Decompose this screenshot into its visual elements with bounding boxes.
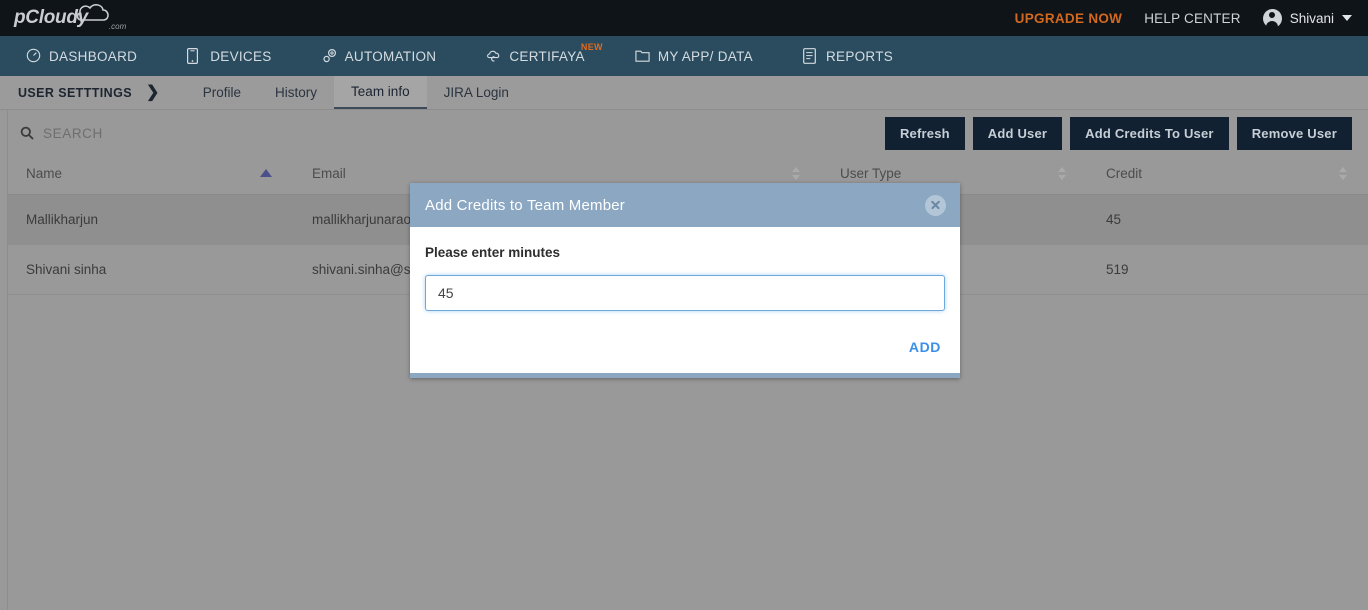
chevron-down-icon bbox=[1342, 15, 1352, 21]
cell-name: Mallikharjun bbox=[8, 194, 294, 245]
document-lines-icon bbox=[803, 48, 818, 64]
remove-user-button[interactable]: Remove User bbox=[1236, 116, 1352, 150]
speedometer-icon bbox=[26, 48, 41, 64]
add-credits-modal: Add Credits to Team Member Please enter … bbox=[410, 183, 960, 378]
cell-name: Shivani sinha bbox=[8, 244, 294, 295]
tab-jira-login[interactable]: JIRA Login bbox=[427, 76, 526, 109]
refresh-button[interactable]: Refresh bbox=[884, 116, 965, 150]
add-user-button[interactable]: Add User bbox=[972, 116, 1063, 150]
tab-history[interactable]: History bbox=[258, 76, 334, 109]
upgrade-now-link[interactable]: UPGRADE NOW bbox=[1015, 11, 1123, 26]
breadcrumb-label: USER SETTTINGS bbox=[18, 85, 132, 100]
nav-item-devices[interactable]: DEVICES bbox=[187, 48, 293, 65]
column-label-user-type: User Type bbox=[840, 166, 902, 181]
nav-item-certifaya[interactable]: CERTIFAYA NEW bbox=[486, 42, 606, 64]
search-icon bbox=[20, 126, 34, 140]
nav-label-dashboard: DASHBOARD bbox=[49, 48, 138, 64]
sort-toggle-icon[interactable] bbox=[1058, 167, 1066, 180]
sub-navigation: USER SETTTINGS ❯ Profile History Team in… bbox=[0, 76, 1368, 110]
content-area: SEARCH Refresh Add User Add Credits To U… bbox=[7, 110, 1368, 610]
tab-label-jira-login: JIRA Login bbox=[443, 85, 509, 100]
top-bar: pCloudy .com UPGRADE NOW HELP CENTER Shi… bbox=[0, 0, 1368, 36]
tab-label-profile: Profile bbox=[202, 85, 242, 100]
toolbar: SEARCH Refresh Add User Add Credits To U… bbox=[8, 110, 1368, 156]
sort-toggle-icon[interactable] bbox=[792, 167, 800, 180]
modal-header: Add Credits to Team Member bbox=[410, 183, 960, 227]
folder-icon bbox=[635, 48, 650, 64]
column-label-email: Email bbox=[312, 166, 346, 181]
gears-icon bbox=[322, 48, 337, 64]
nav-label-reports: REPORTS bbox=[825, 48, 894, 64]
modal-body: Please enter minutes bbox=[410, 227, 960, 323]
cell-credit: 519 bbox=[1088, 244, 1368, 295]
top-bar-right: UPGRADE NOW HELP CENTER Shivani bbox=[1015, 8, 1368, 28]
chevron-right-icon: ❯ bbox=[145, 83, 160, 101]
cloud-icon bbox=[75, 2, 111, 27]
breadcrumb: USER SETTTINGS ❯ bbox=[18, 76, 186, 109]
cell-credit: 45 bbox=[1088, 194, 1368, 245]
nav-label-my-app-data: MY APP/ DATA bbox=[657, 48, 753, 64]
close-circle-icon[interactable] bbox=[925, 194, 946, 216]
nav-label-automation: AUTOMATION bbox=[344, 48, 437, 64]
sort-ascending-icon[interactable] bbox=[260, 169, 272, 177]
new-badge: NEW bbox=[580, 42, 603, 52]
logo-suffix: .com bbox=[108, 22, 127, 31]
help-center-link[interactable]: HELP CENTER bbox=[1144, 11, 1240, 26]
user-name-label: Shivani bbox=[1289, 10, 1334, 26]
search-box[interactable]: SEARCH bbox=[20, 126, 103, 141]
nav-item-automation[interactable]: AUTOMATION bbox=[322, 48, 459, 64]
column-label-credit: Credit bbox=[1106, 166, 1143, 181]
sort-toggle-icon[interactable] bbox=[1339, 167, 1347, 180]
main-navigation: DASHBOARD DEVICES AUTOMATION CERTIFAYA N… bbox=[0, 36, 1368, 76]
user-menu[interactable]: Shivani bbox=[1262, 8, 1352, 28]
toolbar-buttons: Refresh Add User Add Credits To User Rem… bbox=[884, 116, 1352, 150]
search-input[interactable]: SEARCH bbox=[43, 126, 103, 141]
nav-item-dashboard[interactable]: DASHBOARD bbox=[26, 48, 159, 64]
pcloudy-logo[interactable]: pCloudy .com bbox=[0, 2, 126, 34]
minutes-input[interactable] bbox=[425, 275, 945, 311]
add-button[interactable]: ADD bbox=[905, 337, 945, 357]
add-credits-to-user-button[interactable]: Add Credits To User bbox=[1070, 116, 1229, 150]
column-header-name[interactable]: Name bbox=[8, 156, 294, 195]
column-header-credit[interactable]: Credit bbox=[1088, 156, 1368, 195]
tab-label-team-info: Team info bbox=[351, 84, 410, 99]
modal-title: Add Credits to Team Member bbox=[425, 196, 626, 214]
cloud-c-icon bbox=[486, 48, 501, 64]
nav-label-certifaya: CERTIFAYA bbox=[509, 48, 585, 64]
column-label-name: Name bbox=[26, 166, 63, 181]
tab-label-history: History bbox=[275, 85, 318, 100]
nav-item-my-app-data[interactable]: MY APP/ DATA bbox=[635, 48, 775, 64]
nav-label-devices: DEVICES bbox=[210, 48, 272, 64]
user-circle-icon bbox=[1262, 8, 1282, 28]
tab-profile[interactable]: Profile bbox=[186, 76, 258, 109]
minutes-field-label: Please enter minutes bbox=[425, 245, 561, 260]
nav-item-reports[interactable]: REPORTS bbox=[803, 48, 915, 64]
mobile-device-icon bbox=[187, 48, 202, 65]
modal-footer: ADD bbox=[410, 323, 960, 373]
tab-team-info[interactable]: Team info bbox=[334, 76, 427, 109]
